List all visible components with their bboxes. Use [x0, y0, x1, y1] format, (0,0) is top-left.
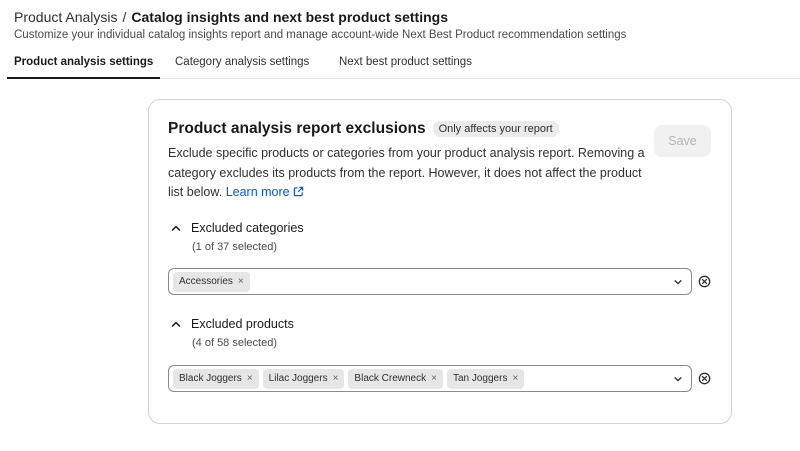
page-subtitle: Customize your individual catalog insigh…: [14, 29, 627, 41]
product-tag: Lilac Joggers ×: [262, 368, 345, 389]
tab-category-analysis-settings[interactable]: Category analysis settings: [168, 48, 316, 79]
product-tag: Black Crewneck ×: [348, 368, 443, 389]
products-section-title: Excluded products: [191, 317, 294, 331]
products-selected-count: (4 of 58 selected): [192, 337, 277, 349]
card-header: Product analysis report exclusions Only …: [168, 120, 559, 138]
tag-label: Tan Joggers: [452, 373, 508, 384]
category-tag: Accessories ×: [173, 271, 250, 292]
breadcrumb-current: Catalog insights and next best product s…: [131, 9, 448, 25]
page-title: Product Analysis / Catalog insights and ne…: [14, 8, 626, 26]
page-header: Product Analysis / Catalog insights and ne…: [14, 8, 626, 41]
categories-combobox[interactable]: Accessories ×: [168, 268, 692, 295]
products-combobox[interactable]: Black Joggers × Lilac Joggers × Black Cr…: [168, 365, 692, 392]
tag-label: Lilac Joggers: [268, 373, 328, 384]
clear-products-icon[interactable]: [698, 372, 711, 385]
categories-section-title: Excluded categories: [191, 221, 304, 235]
chevron-down-icon[interactable]: [673, 277, 683, 287]
breadcrumb-separator: /: [122, 9, 127, 25]
tab-bar: Product analysis settings Category analy…: [7, 48, 800, 79]
tab-next-best-product-settings[interactable]: Next best product settings: [332, 48, 479, 79]
chevron-up-icon: [171, 321, 181, 327]
categories-section-toggle[interactable]: Excluded categories: [170, 221, 304, 235]
scope-badge: Only affects your report: [432, 121, 559, 137]
chevron-down-icon[interactable]: [673, 374, 683, 384]
tag-remove-icon[interactable]: ×: [238, 276, 244, 287]
tag-remove-icon[interactable]: ×: [247, 373, 253, 384]
tag-label: Black Crewneck: [354, 373, 427, 384]
learn-more-label: Learn more: [225, 185, 290, 199]
tag-remove-icon[interactable]: ×: [333, 373, 339, 384]
categories-selected-count: (1 of 37 selected): [192, 241, 277, 253]
tab-product-analysis-settings[interactable]: Product analysis settings: [7, 48, 161, 79]
card-title: Product analysis report exclusions: [168, 120, 426, 137]
exclusions-card: Product analysis report exclusions Only …: [148, 99, 732, 424]
external-link-icon: [293, 186, 303, 197]
chevron-up-icon: [171, 225, 181, 231]
learn-more-link[interactable]: Learn more: [226, 185, 304, 199]
tag-remove-icon[interactable]: ×: [512, 373, 518, 384]
tag-remove-icon[interactable]: ×: [431, 373, 437, 384]
product-tag: Black Joggers ×: [173, 368, 259, 389]
products-section-toggle[interactable]: Excluded products: [170, 317, 294, 331]
clear-categories-icon[interactable]: [698, 275, 711, 288]
save-button[interactable]: Save: [654, 125, 711, 157]
product-tag: Tan Joggers ×: [446, 368, 525, 389]
tag-label: Accessories: [179, 276, 233, 287]
breadcrumb-parent[interactable]: Product Analysis: [14, 9, 118, 25]
tag-label: Black Joggers: [179, 373, 242, 384]
card-description: Exclude specific products or categories …: [168, 144, 648, 203]
